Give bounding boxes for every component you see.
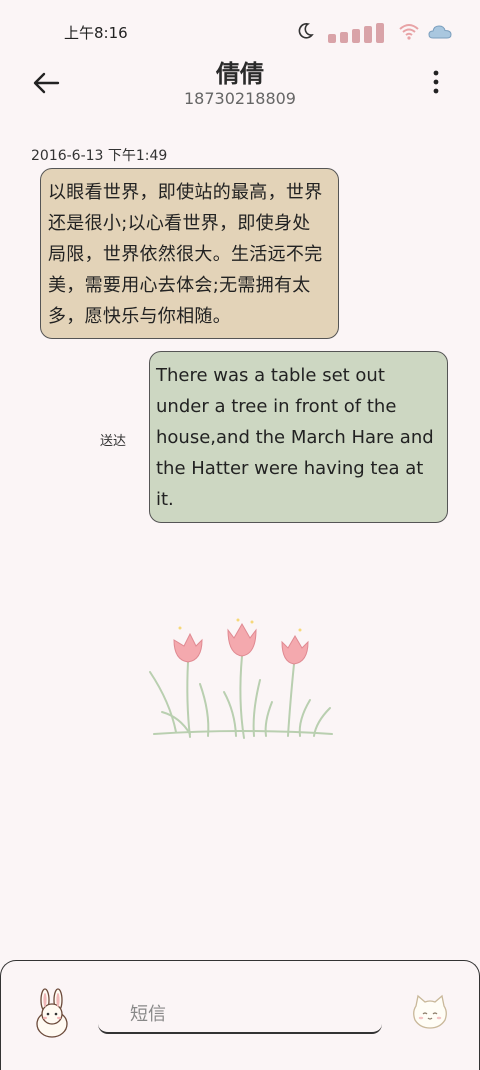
delivery-status: 送达 [100, 434, 127, 449]
message-input[interactable]: 短信 [98, 994, 382, 1034]
contact-name: 倩倩 [216, 60, 264, 88]
tulips-illustration [149, 618, 333, 739]
cloud-icon [428, 25, 452, 39]
message-line: house,and the March Hare and [156, 427, 434, 448]
message-line: it. [156, 489, 174, 510]
bunny-emoji-icon[interactable] [30, 988, 74, 1038]
message-line: 局限，世界依然很大。生活远不完 [48, 244, 323, 265]
status-time: 上午8:16 [64, 24, 128, 42]
message-line: 还是很小;以心看世界，即使身处 [48, 213, 311, 234]
outgoing-message-bubble[interactable]: There was a table set out under a tree i… [149, 351, 448, 523]
signal-strength-icon [328, 23, 384, 43]
wifi-icon [399, 24, 419, 40]
message-line: 以眼看世界，即使站的最高，世界 [48, 182, 323, 203]
message-line: 美，需要用心去体会;无需拥有太 [48, 275, 311, 296]
message-line: the Hatter were having tea at [156, 458, 424, 479]
cat-emoji-icon[interactable] [410, 994, 450, 1030]
message-line: There was a table set out [156, 365, 385, 386]
more-options-icon[interactable] [424, 68, 448, 96]
message-line: under a tree in front of the [156, 396, 397, 417]
contact-phone-number: 18730218809 [184, 89, 296, 108]
incoming-message-bubble[interactable]: 以眼看世界，即使站的最高，世界 还是很小;以心看世界，即使身处 局限，世界依然很… [40, 168, 339, 339]
do-not-disturb-moon-icon [298, 23, 314, 39]
message-timestamp: 2016-6-13 下午1:49 [31, 148, 168, 164]
message-line: 多，愿快乐与你相随。 [48, 306, 231, 327]
